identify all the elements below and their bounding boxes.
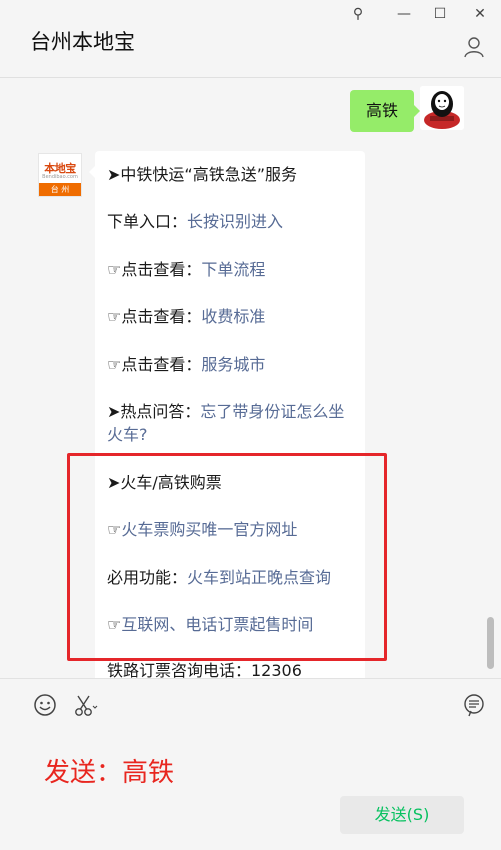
sent-message-bubble[interactable]: 高铁 <box>350 90 421 132</box>
chat-history-icon[interactable] <box>462 693 486 717</box>
bot-message-bubble: ➤中铁快运“高铁急送”服务 下单入口：长按识别进入 ☞点击查看：下单流程 ☞点击… <box>89 151 365 678</box>
pin-icon[interactable]: ⚲ <box>348 6 368 22</box>
official-site-link[interactable]: 火车票购买唯一官方网址 <box>121 520 297 539</box>
message-line-order-entry: 下单入口：长按识别进入 <box>107 212 284 231</box>
maximize-button[interactable]: ☐ <box>430 6 450 22</box>
sale-time-link[interactable]: 互联网、电话订票起售时间 <box>121 615 313 634</box>
message-input[interactable]: 发送：高铁 <box>44 752 174 789</box>
input-area: 发送：高铁 发送(S) <box>0 678 501 850</box>
send-button[interactable]: 发送(S) <box>340 796 464 834</box>
service-cities-link[interactable]: 服务城市 <box>201 355 265 374</box>
arrival-query-link[interactable]: 火车到站正晚点查询 <box>187 568 331 587</box>
bot-avatar[interactable]: 本地宝 Bendibao.com 台 州 <box>38 153 82 197</box>
screenshot-icon[interactable] <box>73 693 98 717</box>
logo-city: 台 州 <box>39 183 81 196</box>
emoji-icon[interactable] <box>33 693 57 717</box>
my-avatar[interactable] <box>420 86 464 130</box>
title-bar: 台州本地宝 ⚲ — ☐ ✕ <box>0 0 501 78</box>
message-line-fee-standard: ☞点击查看：收费标准 <box>107 307 266 326</box>
order-entry-link[interactable]: 长按识别进入 <box>187 212 283 231</box>
chat-scrollbar[interactable] <box>487 617 494 669</box>
chat-title: 台州本地宝 <box>30 30 135 54</box>
fee-standard-link[interactable]: 收费标准 <box>201 307 265 326</box>
chat-area[interactable]: 高铁 本地宝 Bendibao.com 台 州 ➤中铁快运“高铁急送”服务 下单… <box>0 78 501 678</box>
message-line-service: ➤中铁快运“高铁急送”服务 <box>107 165 297 184</box>
logo-subtext: Bendibao.com <box>42 174 78 180</box>
message-line-hotline: 铁路订票咨询电话：12306 <box>107 661 302 678</box>
message-line-service-cities: ☞点击查看：服务城市 <box>107 355 266 374</box>
minimize-button[interactable]: — <box>394 6 414 22</box>
message-line-arrival-query: 必用功能：火车到站正晚点查询 <box>107 568 332 587</box>
message-line-sale-time: ☞互联网、电话订票起售时间 <box>107 615 314 634</box>
order-process-link[interactable]: 下单流程 <box>201 260 265 279</box>
message-line-ticket-heading: ➤火车/高铁购票 <box>107 473 222 492</box>
message-line-order-process: ☞点击查看：下单流程 <box>107 260 266 279</box>
message-line-official-site: ☞火车票购买唯一官方网址 <box>107 520 298 539</box>
chat-info-icon[interactable] <box>463 36 485 62</box>
close-button[interactable]: ✕ <box>470 6 490 22</box>
message-line-faq: ➤热点问答：忘了带身份证怎么坐火车? <box>107 402 345 444</box>
